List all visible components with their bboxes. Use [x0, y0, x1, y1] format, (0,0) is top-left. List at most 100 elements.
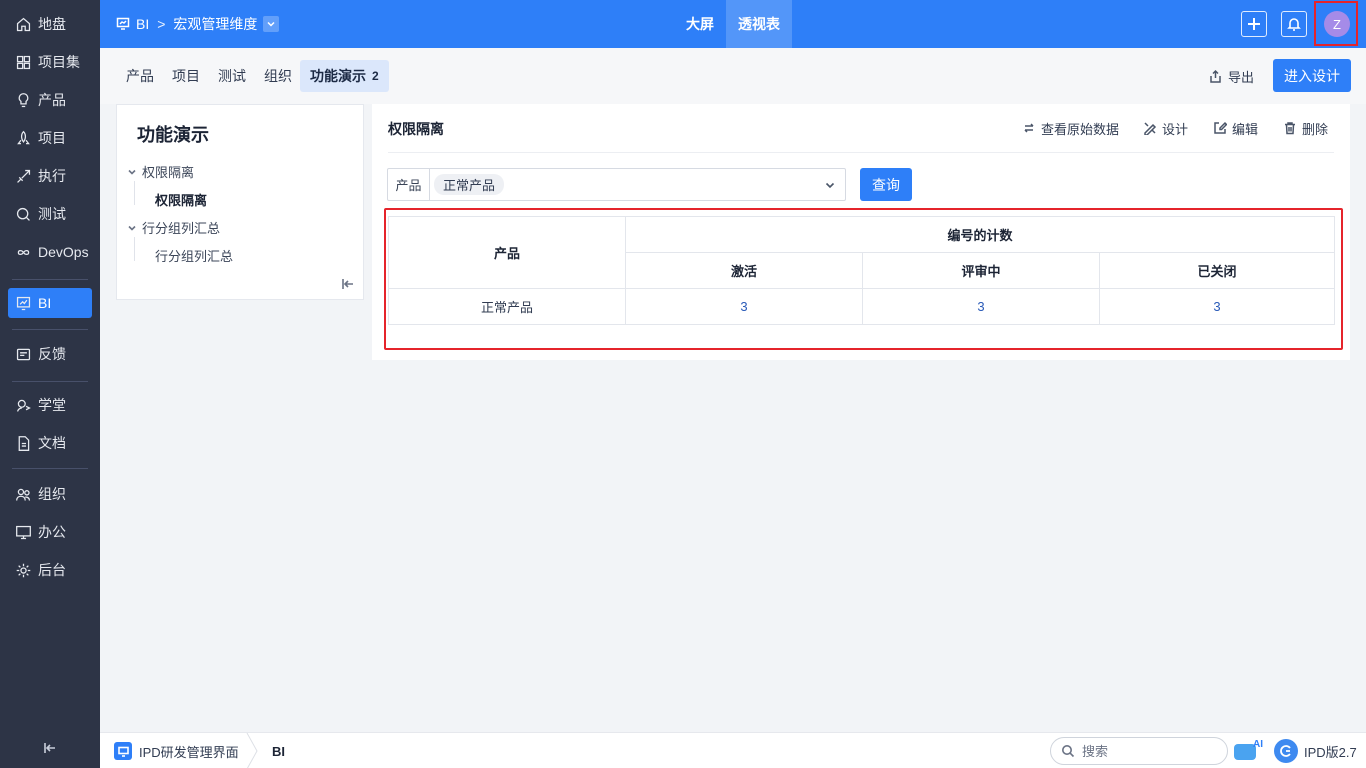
- collapse-left-icon: [342, 279, 353, 289]
- rocket-icon: [14, 129, 32, 147]
- footer-search[interactable]: [1050, 737, 1228, 765]
- action-label: 删除: [1302, 121, 1329, 137]
- value-cell[interactable]: 3: [862, 288, 1100, 325]
- pivot-title: 权限隔离: [388, 121, 444, 137]
- nav-label: 测试: [38, 206, 66, 222]
- run-icon: [14, 167, 32, 185]
- school-icon: [14, 396, 32, 414]
- search-input[interactable]: [1082, 743, 1212, 759]
- nav-item-bi[interactable]: BI: [8, 288, 92, 318]
- subtab-feature-demo[interactable]: 功能演示 2: [300, 60, 389, 92]
- nav-item-admin[interactable]: 后台: [8, 555, 92, 585]
- footer-crumb[interactable]: BI: [272, 733, 285, 768]
- version-indicator[interactable]: IPD版2.7: [1274, 733, 1357, 768]
- action-label: 设计: [1162, 121, 1189, 137]
- subtab-product[interactable]: 产品: [116, 60, 164, 92]
- table-row: 正常产品 3 3 3: [388, 288, 1335, 325]
- bell-icon: [1287, 18, 1301, 31]
- office-icon: [14, 523, 32, 541]
- nav-label: 文档: [38, 435, 66, 451]
- nav-label: 学堂: [38, 397, 66, 413]
- tab-screen[interactable]: 大屏: [674, 0, 726, 48]
- bulb-icon: [14, 91, 32, 109]
- action-label: 编辑: [1232, 121, 1259, 137]
- ai-chat-button[interactable]: AI: [1234, 739, 1264, 763]
- value-cell[interactable]: 3: [1099, 288, 1335, 325]
- trash-icon: [1285, 122, 1295, 135]
- tree-group-label: 行分组列汇总: [142, 221, 221, 236]
- pivot-panel: 权限隔离 查看原始数据 设计 编辑 删除 产品 正常产品 查询 产品 编号的计数…: [372, 104, 1350, 360]
- create-button[interactable]: [1241, 11, 1267, 37]
- nav-item-home[interactable]: 地盘: [8, 9, 92, 39]
- nav-label: 办公: [38, 524, 66, 540]
- tab-pivot-table[interactable]: 透视表: [726, 0, 792, 48]
- view-raw-data-button[interactable]: 查看原始数据: [1022, 118, 1119, 138]
- dimension-dropdown-button[interactable]: [263, 16, 280, 32]
- column-header-reviewing: 评审中: [862, 252, 1100, 289]
- chevron-down-icon: [267, 21, 275, 27]
- nav-label: 执行: [38, 168, 66, 184]
- users-icon: [14, 485, 32, 503]
- nav-item-organization[interactable]: 组织: [8, 479, 92, 509]
- query-button[interactable]: 查询: [860, 168, 912, 201]
- enter-design-button[interactable]: 进入设计: [1273, 59, 1351, 92]
- subtab-label: 功能演示: [310, 68, 366, 84]
- column-header-closed: 已关闭: [1099, 252, 1335, 289]
- breadcrumb-chevron-icon: [246, 732, 258, 768]
- nav-label: DevOps: [38, 244, 89, 260]
- nav-item-test[interactable]: 测试: [8, 199, 92, 229]
- test-icon: [14, 205, 32, 223]
- nav-item-program[interactable]: 项目集: [8, 47, 92, 77]
- footer-bar: IPD研发管理界面 BI AI IPD版2.7: [100, 732, 1366, 768]
- nav-divider: [12, 279, 88, 280]
- chart-icon: [14, 294, 32, 312]
- swap-icon: [1024, 123, 1034, 133]
- export-button[interactable]: 导出: [1208, 64, 1254, 88]
- nav-item-product[interactable]: 产品: [8, 85, 92, 115]
- search-icon: [1062, 745, 1075, 758]
- nav-item-execution[interactable]: 执行: [8, 161, 92, 191]
- product-filter-select[interactable]: 产品 正常产品: [387, 168, 846, 201]
- settings-icon: [14, 561, 32, 579]
- nav-item-devops[interactable]: DevOps: [8, 237, 92, 267]
- tree-group-row-group[interactable]: 行分组列汇总: [127, 218, 220, 237]
- filter-selected-tag[interactable]: 正常产品: [434, 174, 505, 195]
- top-header: BI > 宏观管理维度 大屏 透视表 Z: [100, 0, 1366, 48]
- subtab-test[interactable]: 测试: [208, 60, 256, 92]
- subtab-organization[interactable]: 组织: [254, 60, 302, 92]
- value-cell[interactable]: 3: [625, 288, 863, 325]
- tree-guide-line: [134, 237, 135, 261]
- nav-item-project[interactable]: 项目: [8, 123, 92, 153]
- design-button[interactable]: 设计: [1143, 118, 1188, 138]
- header-dimension[interactable]: 宏观管理维度: [173, 14, 257, 34]
- tree-collapse-button[interactable]: [341, 277, 355, 291]
- header-module[interactable]: BI: [136, 16, 149, 32]
- nav-divider: [12, 329, 88, 330]
- nav-label: BI: [38, 295, 52, 311]
- nav-label: 反馈: [38, 346, 66, 362]
- footer-app-link[interactable]: IPD研发管理界面: [114, 733, 239, 768]
- infinity-icon: [14, 243, 32, 261]
- tree-title: 功能演示: [137, 125, 209, 145]
- subtab-project[interactable]: 项目: [162, 60, 210, 92]
- row-name-cell: 正常产品: [388, 288, 626, 325]
- edit-button[interactable]: 编辑: [1213, 118, 1258, 138]
- nav-item-document[interactable]: 文档: [8, 428, 92, 458]
- tree-leaf-permission[interactable]: 权限隔离: [155, 190, 207, 209]
- sub-tabs-bar: 产品 项目 测试 组织 功能演示 2 导出 进入设计: [100, 48, 1366, 104]
- tree-leaf-row-group[interactable]: 行分组列汇总: [155, 246, 233, 265]
- delete-button[interactable]: 删除: [1283, 118, 1328, 138]
- tree-group-permission[interactable]: 权限隔离: [127, 162, 194, 181]
- notification-button[interactable]: [1281, 11, 1307, 37]
- grid-icon: [14, 53, 32, 71]
- home-icon: [14, 15, 32, 33]
- sidebar-collapse-button[interactable]: [40, 738, 60, 758]
- nav-item-feedback[interactable]: 反馈: [8, 339, 92, 369]
- chevron-down-icon: [128, 225, 136, 231]
- row-header-product: 产品: [388, 216, 626, 289]
- nav-item-office[interactable]: 办公: [8, 517, 92, 547]
- user-avatar[interactable]: Z: [1324, 11, 1350, 37]
- avatar-highlight: Z: [1314, 1, 1358, 46]
- design-icon: [1144, 122, 1157, 135]
- nav-item-school[interactable]: 学堂: [8, 390, 92, 420]
